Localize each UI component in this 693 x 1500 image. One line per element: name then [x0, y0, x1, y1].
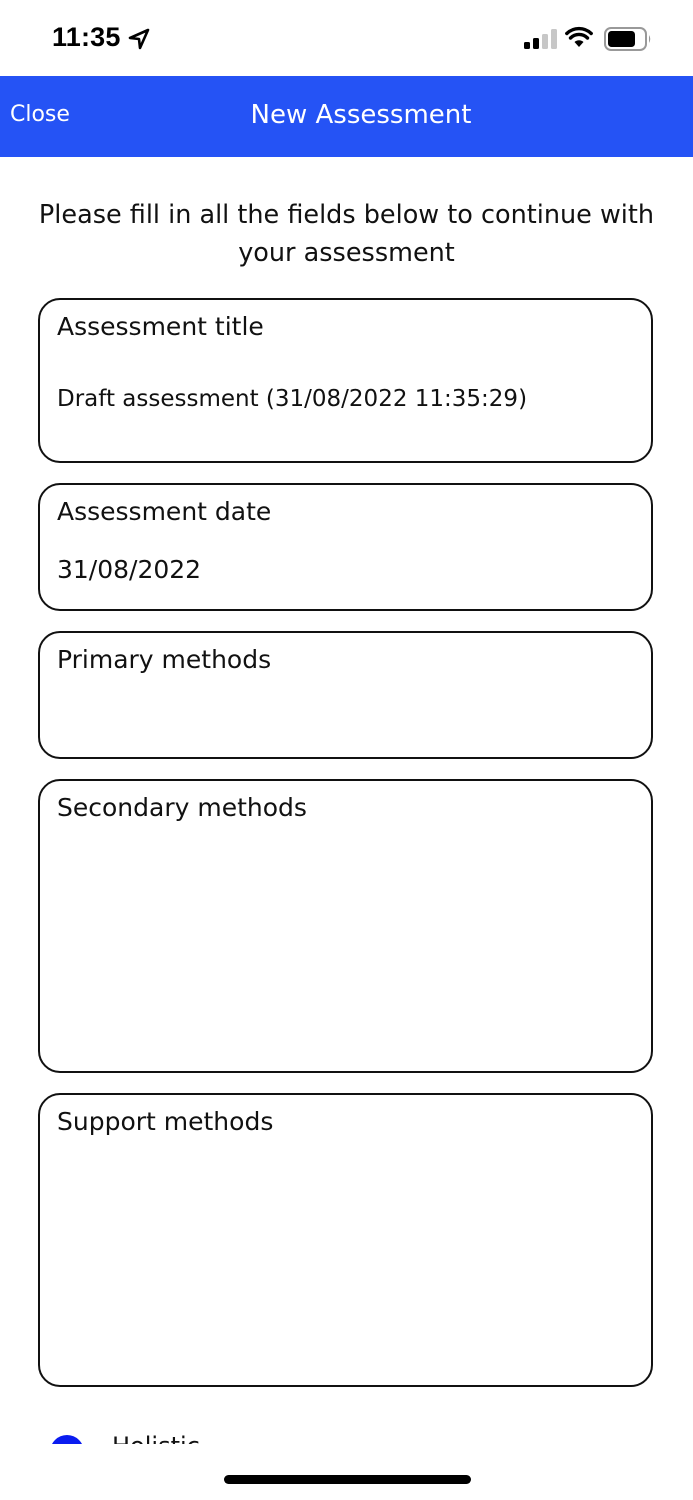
location-arrow-icon — [128, 28, 150, 50]
primary-methods-label: Primary methods — [57, 645, 272, 674]
secondary-methods-field[interactable]: Secondary methods — [38, 779, 653, 1073]
primary-methods-field[interactable]: Primary methods — [38, 631, 653, 759]
status-bar: 11:35 — [0, 0, 693, 76]
status-time: 11:35 — [52, 22, 121, 52]
partial-option-row[interactable]: Holistic — [0, 1426, 693, 1444]
assessment-date-field[interactable]: Assessment date 31/08/2022 — [38, 483, 653, 611]
assessment-title-label: Assessment title — [57, 312, 264, 341]
assessment-date-label: Assessment date — [57, 497, 272, 526]
instructions-text: Please fill in all the fields below to c… — [38, 200, 655, 268]
secondary-methods-label: Secondary methods — [57, 793, 307, 822]
partial-option-label: Holistic — [112, 1432, 200, 1444]
cellular-signal-icon — [524, 29, 557, 49]
support-methods-field[interactable]: Support methods — [38, 1093, 653, 1387]
battery-icon — [604, 27, 651, 51]
navigation-bar: Close New Assessment — [0, 76, 693, 157]
support-methods-label: Support methods — [57, 1107, 274, 1136]
page-title: New Assessment — [250, 100, 472, 130]
wifi-icon — [565, 26, 593, 47]
assessment-title-input[interactable]: Draft assessment (31/08/2022 11:35:29) — [57, 386, 527, 412]
home-indicator[interactable] — [224, 1475, 471, 1484]
assessment-date-input[interactable]: 31/08/2022 — [57, 555, 201, 584]
assessment-title-field[interactable]: Assessment title Draft assessment (31/08… — [38, 298, 653, 463]
radio-selected-icon[interactable] — [50, 1435, 84, 1444]
